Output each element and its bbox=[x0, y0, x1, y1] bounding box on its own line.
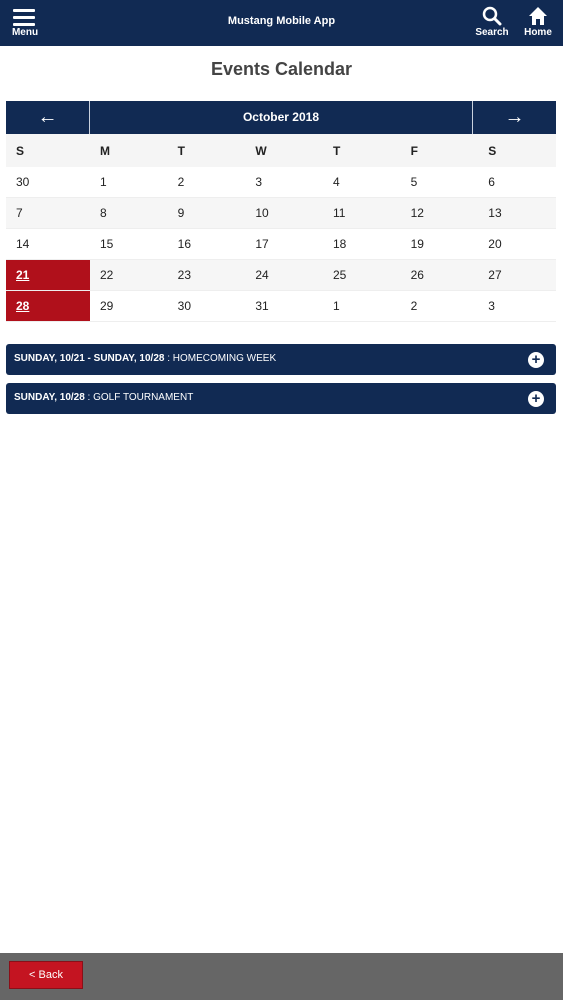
weekday-friday: F bbox=[400, 134, 479, 167]
menu-label: Menu bbox=[11, 27, 39, 38]
calendar-day[interactable]: 10 bbox=[245, 197, 323, 229]
footer-bar: < Back bbox=[0, 953, 563, 1000]
calendar-day[interactable]: 31 bbox=[245, 290, 323, 322]
top-nav-bar: Menu Mustang Mobile App Search Home bbox=[0, 0, 563, 46]
calendar-day[interactable]: 13 bbox=[478, 197, 556, 229]
expand-plus-icon[interactable]: + bbox=[528, 391, 544, 407]
event-text: SUNDAY, 10/21 - SUNDAY, 10/28 : HOMECOMI… bbox=[14, 353, 276, 364]
prev-month-button[interactable]: ← bbox=[6, 101, 90, 134]
calendar-week-row: 21 22 23 24 25 26 27 bbox=[6, 259, 556, 291]
home-icon bbox=[529, 7, 547, 25]
page-title: Events Calendar bbox=[210, 59, 353, 79]
weekday-header-row: S M T W T F S bbox=[6, 134, 556, 167]
weekday-tuesday: T bbox=[167, 134, 246, 167]
calendar-day[interactable]: 19 bbox=[400, 228, 479, 260]
calendar-day[interactable]: 30 bbox=[167, 290, 246, 322]
calendar-day[interactable]: 11 bbox=[322, 197, 401, 229]
search-button[interactable]: Search bbox=[472, 0, 512, 46]
weekday-thursday: T bbox=[322, 134, 401, 167]
calendar-day[interactable]: 12 bbox=[400, 197, 479, 229]
event-list: SUNDAY, 10/21 - SUNDAY, 10/28 : HOMECOMI… bbox=[6, 344, 556, 422]
calendar-week-row: 28 29 30 31 1 2 3 bbox=[6, 290, 556, 322]
calendar-day[interactable]: 2 bbox=[400, 290, 479, 322]
calendar-week-row: 30 1 2 3 4 5 6 bbox=[6, 167, 556, 198]
event-item-golf-tournament[interactable]: SUNDAY, 10/28 : GOLF TOURNAMENT + bbox=[6, 383, 556, 414]
calendar-week-row: 7 8 9 10 11 12 13 bbox=[6, 197, 556, 229]
event-item-homecoming-week[interactable]: SUNDAY, 10/21 - SUNDAY, 10/28 : HOMECOMI… bbox=[6, 344, 556, 375]
weekday-wednesday: W bbox=[245, 134, 323, 167]
expand-plus-icon[interactable]: + bbox=[528, 352, 544, 368]
home-button[interactable]: Home bbox=[518, 0, 558, 46]
calendar-day[interactable]: 8 bbox=[90, 197, 168, 229]
search-icon bbox=[482, 6, 502, 26]
calendar-nav: ← October 2018 → bbox=[6, 101, 556, 134]
calendar-day[interactable]: 26 bbox=[400, 259, 479, 291]
calendar-day[interactable]: 16 bbox=[167, 228, 246, 260]
calendar-day[interactable]: 3 bbox=[478, 290, 556, 322]
calendar-day[interactable]: 7 bbox=[6, 197, 90, 229]
weekday-sunday: S bbox=[6, 134, 90, 167]
search-label: Search bbox=[475, 27, 509, 38]
calendar-day[interactable]: 22 bbox=[90, 259, 168, 291]
calendar-day[interactable]: 23 bbox=[167, 259, 246, 291]
back-button[interactable]: < Back bbox=[9, 961, 83, 989]
weekday-saturday: S bbox=[478, 134, 556, 167]
month-title: October 2018 bbox=[242, 110, 320, 124]
home-label: Home bbox=[524, 27, 552, 38]
calendar-day[interactable]: 6 bbox=[478, 167, 556, 198]
calendar-grid: S M T W T F S 30 1 2 3 4 5 6 7 8 9 10 11… bbox=[6, 134, 556, 322]
calendar-day[interactable]: 5 bbox=[400, 167, 479, 198]
calendar-day[interactable]: 9 bbox=[167, 197, 246, 229]
calendar-day-event[interactable]: 28 bbox=[6, 290, 90, 322]
calendar-day[interactable]: 2 bbox=[167, 167, 246, 198]
calendar-day[interactable]: 25 bbox=[322, 259, 401, 291]
calendar-day[interactable]: 17 bbox=[245, 228, 323, 260]
event-text: SUNDAY, 10/28 : GOLF TOURNAMENT bbox=[14, 392, 193, 403]
calendar-day[interactable]: 29 bbox=[90, 290, 168, 322]
calendar-day[interactable]: 20 bbox=[478, 228, 556, 260]
event-date: SUNDAY, 10/28 bbox=[14, 392, 85, 403]
calendar-day[interactable]: 3 bbox=[245, 167, 323, 198]
calendar-day[interactable]: 1 bbox=[90, 167, 168, 198]
calendar-day[interactable]: 24 bbox=[245, 259, 323, 291]
calendar-day[interactable]: 27 bbox=[478, 259, 556, 291]
calendar-day[interactable]: 14 bbox=[6, 228, 90, 260]
calendar-day[interactable]: 30 bbox=[6, 167, 90, 198]
calendar-week-row: 14 15 16 17 18 19 20 bbox=[6, 228, 556, 260]
calendar-day-event[interactable]: 21 bbox=[6, 259, 90, 291]
event-name: : HOMECOMING WEEK bbox=[164, 353, 277, 364]
calendar-day[interactable]: 1 bbox=[322, 290, 401, 322]
calendar-day[interactable]: 15 bbox=[90, 228, 168, 260]
event-name: : GOLF TOURNAMENT bbox=[84, 392, 194, 403]
events-calendar: ← October 2018 → S M T W T F S 30 1 2 3 bbox=[6, 101, 556, 322]
event-date: SUNDAY, 10/21 - SUNDAY, 10/28 bbox=[14, 353, 165, 364]
calendar-day[interactable]: 18 bbox=[322, 228, 401, 260]
next-month-button[interactable]: → bbox=[472, 101, 556, 134]
calendar-day[interactable]: 4 bbox=[322, 167, 401, 198]
weekday-monday: M bbox=[90, 134, 168, 167]
